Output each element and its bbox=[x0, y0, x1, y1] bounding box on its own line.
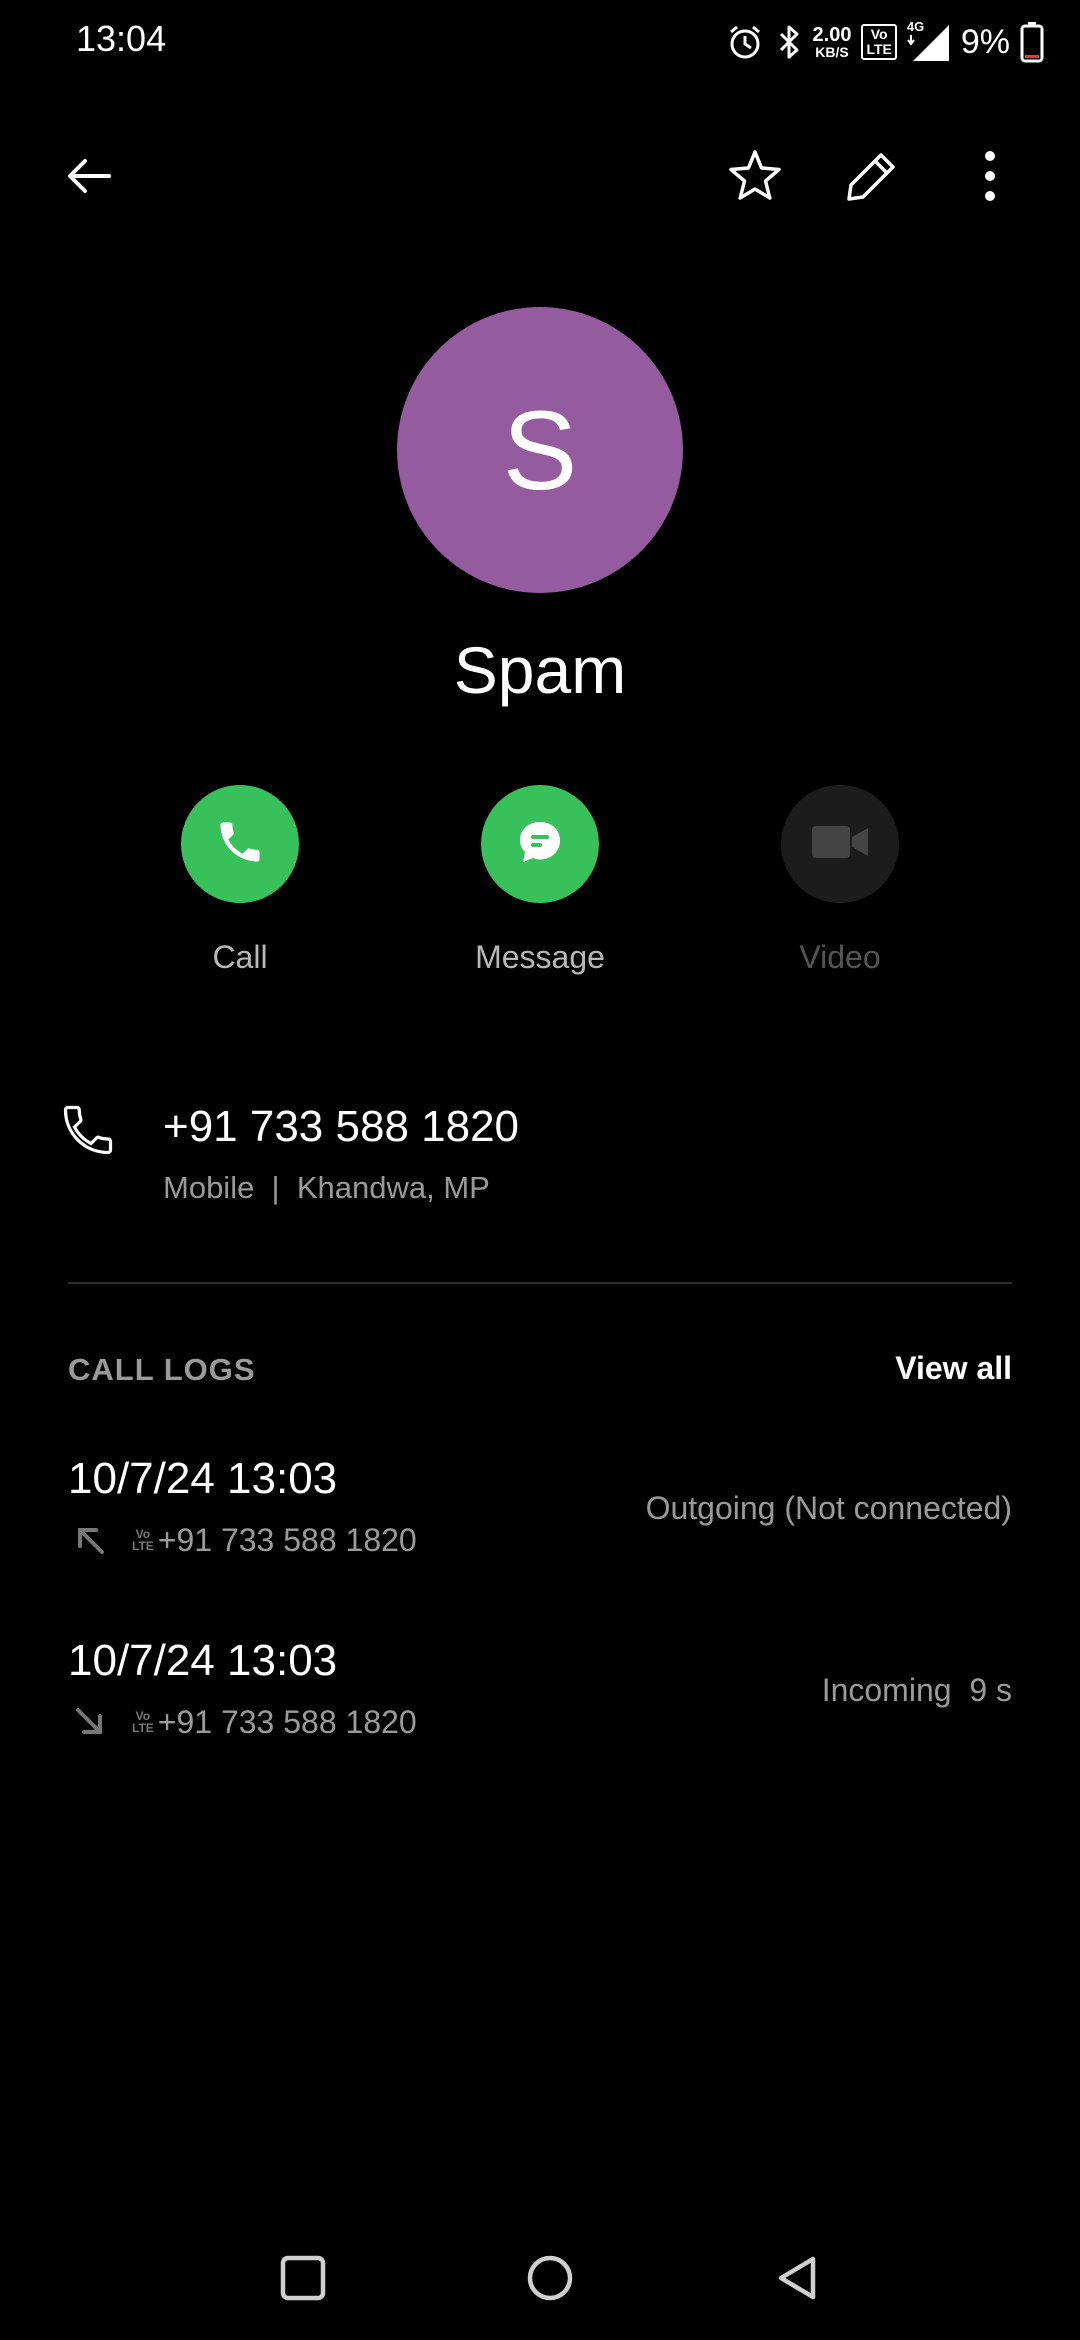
message-label: Message bbox=[475, 939, 605, 975]
call-label: Call bbox=[212, 939, 268, 975]
call-log-status: Incoming 9 s bbox=[821, 1672, 1012, 1708]
volte-mini-badge: Vo LTE bbox=[132, 1527, 154, 1553]
call-log-datetime: 10/7/24 13:03 bbox=[68, 1454, 338, 1503]
battery-icon bbox=[1020, 21, 1044, 63]
pencil-icon bbox=[843, 147, 901, 210]
signal-icon: 4G bbox=[907, 19, 951, 63]
bluetooth-icon bbox=[775, 22, 803, 62]
message-button[interactable] bbox=[481, 785, 599, 903]
app-bar bbox=[0, 130, 1080, 226]
outgoing-arrow-icon bbox=[68, 1518, 112, 1562]
call-log-status: Outgoing (Not connected) bbox=[645, 1490, 1012, 1526]
phone-outline-icon bbox=[58, 1100, 118, 1160]
volte-mini-badge: Vo LTE bbox=[132, 1709, 154, 1735]
nav-back-button[interactable] bbox=[758, 2240, 838, 2320]
call-log-subline: Vo LTE +91 733 588 1820 bbox=[68, 1700, 417, 1744]
call-action[interactable]: Call bbox=[120, 785, 360, 976]
incoming-arrow-icon bbox=[68, 1700, 112, 1744]
call-log-item[interactable]: 10/7/24 13:03 Vo LTE +91 733 588 1820 In… bbox=[0, 1630, 1080, 1780]
view-all-link[interactable]: View all bbox=[895, 1350, 1012, 1387]
phone-icon bbox=[214, 816, 266, 873]
back-button[interactable] bbox=[45, 134, 133, 222]
more-options-button[interactable] bbox=[946, 134, 1034, 222]
edit-button[interactable] bbox=[828, 134, 916, 222]
phone-meta: Mobile | Khandwa, MP bbox=[163, 1170, 490, 1205]
navigation-bar bbox=[0, 2220, 1080, 2340]
recents-button[interactable] bbox=[263, 2240, 343, 2320]
call-log-number: +91 733 588 1820 bbox=[157, 1703, 417, 1740]
volte-badge: Vo LTE bbox=[861, 24, 897, 60]
home-button[interactable] bbox=[510, 2240, 590, 2320]
status-time: 13:04 bbox=[76, 18, 167, 59]
call-log-number: +91 733 588 1820 bbox=[157, 1521, 417, 1558]
call-log-subline: Vo LTE +91 733 588 1820 bbox=[68, 1518, 417, 1562]
avatar: S bbox=[397, 307, 683, 593]
call-log-datetime: 10/7/24 13:03 bbox=[68, 1636, 338, 1685]
status-icons: 2.00 KB/S Vo LTE 4G 9% bbox=[725, 14, 1044, 70]
avatar-initial: S bbox=[502, 387, 578, 513]
contact-detail-screen: 13:04 2.00 KB/S Vo LTE 4G 9% S Spam Call… bbox=[0, 0, 1080, 2340]
back-triangle-icon bbox=[773, 2253, 823, 2308]
video-label: Video bbox=[799, 939, 881, 975]
message-bubble-icon bbox=[514, 816, 566, 873]
phone-number[interactable]: +91 733 588 1820 bbox=[163, 1102, 519, 1152]
video-action: Video bbox=[720, 785, 960, 976]
video-button bbox=[781, 785, 899, 903]
call-logs-title: CALL LOGS bbox=[68, 1352, 256, 1387]
recents-square-icon bbox=[278, 2253, 328, 2308]
battery-percent: 9% bbox=[960, 22, 1010, 61]
divider bbox=[68, 1282, 1012, 1284]
video-camera-icon bbox=[810, 820, 870, 869]
alarm-icon bbox=[725, 22, 765, 62]
network-speed: 2.00 KB/S bbox=[812, 24, 852, 60]
home-circle-icon bbox=[525, 2253, 575, 2308]
star-icon bbox=[725, 146, 785, 211]
status-bar: 13:04 2.00 KB/S Vo LTE 4G 9% bbox=[0, 0, 1080, 84]
message-action[interactable]: Message bbox=[420, 785, 660, 976]
call-log-item[interactable]: 10/7/24 13:03 Vo LTE +91 733 588 1820 Ou… bbox=[0, 1448, 1080, 1598]
more-vert-icon bbox=[980, 148, 1000, 209]
contact-name: Spam bbox=[453, 633, 627, 707]
back-arrow-icon bbox=[61, 148, 117, 209]
favorite-button[interactable] bbox=[711, 134, 799, 222]
call-button[interactable] bbox=[181, 785, 299, 903]
